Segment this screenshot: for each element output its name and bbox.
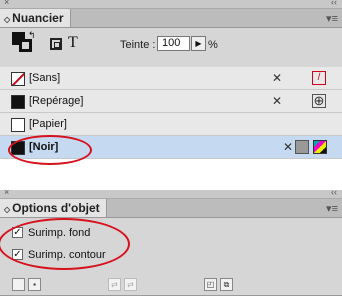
- chevron-icon: ◇: [4, 205, 11, 214]
- attributes-button-row: ▪ ⇄ ⇄ ◰ ⧉: [0, 276, 342, 294]
- tab-label: Options d'objet: [12, 201, 100, 215]
- tint-unit: %: [208, 39, 218, 51]
- process-color-icon: [295, 140, 309, 154]
- swatches-panel: × ‹‹ ◇ Nuancier ▾≡ ↰ T Teinte : 100 ▶ % […: [0, 0, 342, 159]
- attributes-panel: × ‹‹ ◇ Options d'objet ▾≡ ✓ Surimp. fond …: [0, 187, 342, 296]
- registration-swatch-icon: [11, 95, 25, 109]
- stacked-squares-icon[interactable]: ◰: [204, 278, 217, 291]
- disconnect-icon: ⇄: [124, 278, 137, 291]
- panel-title-bar: × ‹‹: [0, 0, 342, 9]
- tab-strip: ◇ Options d'objet ▾≡: [0, 199, 342, 218]
- swatch-name: [Papier]: [29, 118, 67, 130]
- tint-stepper-arrow[interactable]: ▶: [191, 36, 206, 51]
- swatch-toolbar: ↰ T Teinte : 100 ▶ %: [0, 28, 342, 66]
- swatch-row-paper[interactable]: [Papier]: [0, 113, 342, 136]
- swatch-row-registration[interactable]: [Repérage] ✕ ⊕: [0, 90, 342, 113]
- swatch-name: [Noir]: [29, 141, 59, 153]
- tab-label: Nuancier: [12, 11, 64, 25]
- paper-swatch-icon: [11, 118, 25, 132]
- chevron-icon: ◇: [4, 15, 11, 24]
- container-format-icon[interactable]: [50, 38, 62, 50]
- overlap-squares-icon[interactable]: ⧉: [220, 278, 233, 291]
- non-editable-icon: ✕: [271, 94, 283, 108]
- tab-strip: ◇ Nuancier ▾≡: [0, 9, 342, 28]
- swatch-name: [Sans]: [29, 72, 61, 84]
- non-editable-icon: ✕: [282, 140, 293, 154]
- swatch-row-none[interactable]: [Sans] ✕ /: [0, 67, 342, 90]
- swap-icon[interactable]: ↰: [28, 30, 36, 41]
- frame-icon[interactable]: ▪: [28, 278, 41, 291]
- black-swatch-icon: [11, 141, 25, 155]
- swatch-row-black[interactable]: [Noir] ✕: [0, 136, 342, 159]
- overprint-fill-checkbox[interactable]: ✓: [12, 227, 23, 238]
- fill-stroke-icon[interactable]: ↰: [12, 30, 36, 56]
- panel-menu-icon[interactable]: ▾≡: [326, 202, 338, 215]
- collapse-icon[interactable]: ‹‹: [331, 187, 337, 197]
- tint-input[interactable]: 100: [157, 36, 190, 51]
- tab-swatches[interactable]: ◇ Nuancier: [0, 9, 71, 27]
- connect-icon: ⇄: [108, 278, 121, 291]
- overprint-stroke-label: Surimp. contour: [28, 249, 106, 261]
- overprint-fill-label: Surimp. fond: [28, 227, 91, 239]
- swatch-name: [Repérage]: [29, 95, 84, 107]
- swatch-list: [Sans] ✕ / [Repérage] ✕ ⊕ [Papier] [Noir…: [0, 67, 342, 159]
- overprint-stroke-checkbox[interactable]: ✓: [12, 249, 23, 260]
- none-type-icon: /: [312, 71, 326, 85]
- cmyk-icon: [313, 140, 327, 154]
- close-icon[interactable]: ×: [4, 0, 9, 7]
- nonprinting-icon[interactable]: [12, 278, 25, 291]
- close-icon[interactable]: ×: [4, 187, 9, 197]
- text-format-icon[interactable]: T: [68, 34, 78, 52]
- registration-type-icon: ⊕: [312, 93, 326, 108]
- panel-menu-icon[interactable]: ▾≡: [326, 12, 338, 25]
- non-editable-icon: ✕: [271, 71, 283, 85]
- panel-title-bar: × ‹‹: [0, 187, 342, 199]
- tab-attributes[interactable]: ◇ Options d'objet: [0, 199, 107, 217]
- none-swatch-icon: [11, 72, 25, 86]
- tint-label: Teinte :: [120, 39, 156, 51]
- collapse-icon[interactable]: ‹‹: [331, 0, 337, 7]
